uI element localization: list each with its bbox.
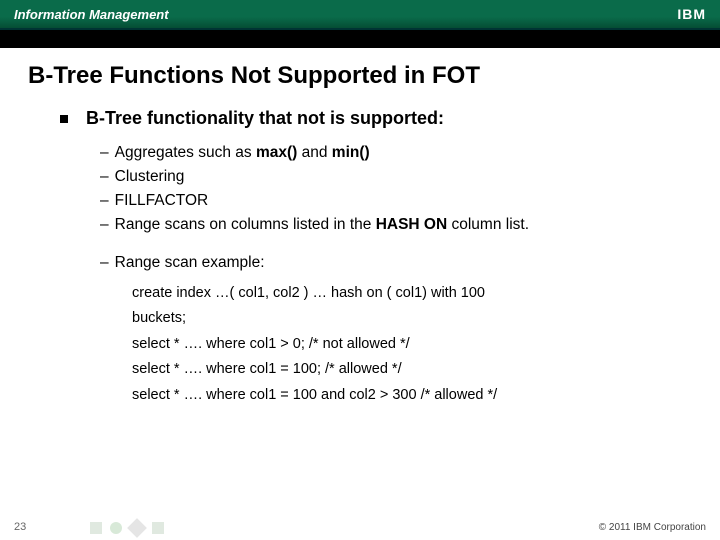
bullet-example-label: – Range scan example: [100, 251, 692, 275]
bold-max: max() [256, 144, 297, 161]
bullet-text: Clustering [115, 165, 185, 189]
text-fragment: Aggregates such as [115, 144, 256, 161]
footer: 23 © 2011 IBM Corporation [0, 514, 720, 540]
bullet-clustering: – Clustering [100, 165, 692, 189]
code-line: select * …. where col1 > 0; /* not allow… [132, 332, 692, 357]
code-example: create index …( col1, col2 ) … hash on (… [132, 281, 692, 408]
page-number: 23 [14, 521, 26, 533]
dash-icon: – [100, 189, 109, 213]
bullet-text: Range scan example: [115, 251, 265, 275]
slide-content: B-Tree Functions Not Supported in FOT B-… [0, 48, 720, 408]
code-line: select * …. where col1 = 100; /* allowed… [132, 357, 692, 382]
text-fragment: column list. [447, 216, 529, 233]
ibm-logo: IBM [677, 6, 706, 22]
bold-min: min() [332, 144, 370, 161]
dash-icon: – [100, 251, 109, 275]
slide-title: B-Tree Functions Not Supported in FOT [28, 62, 692, 90]
text-fragment: Range scans on columns listed in the [115, 216, 376, 233]
dash-icon: – [100, 141, 109, 165]
copyright: © 2011 IBM Corporation [599, 522, 706, 533]
brand-title: Information Management [14, 7, 169, 22]
code-line: buckets; [132, 306, 692, 331]
black-band [0, 30, 720, 48]
sub-bullets: – Aggregates such as max() and min() – C… [100, 141, 692, 275]
intro-text: B-Tree functionality that not is support… [86, 108, 444, 129]
intro-bullet: B-Tree functionality that not is support… [60, 108, 692, 129]
bold-hashon: HASH ON [376, 216, 447, 233]
square-bullet-icon [60, 115, 68, 123]
dash-icon: – [100, 165, 109, 189]
top-bar: Information Management IBM [0, 0, 720, 30]
bullet-aggregates: – Aggregates such as max() and min() [100, 141, 692, 165]
bullet-text: Aggregates such as max() and min() [115, 141, 370, 165]
text-fragment: and [297, 144, 331, 161]
code-line: select * …. where col1 = 100 and col2 > … [132, 383, 692, 408]
bullet-fillfactor: – FILLFACTOR [100, 189, 692, 213]
bullet-text: Range scans on columns listed in the HAS… [115, 213, 529, 237]
bullet-range-scans: – Range scans on columns listed in the H… [100, 213, 692, 237]
dash-icon: – [100, 213, 109, 237]
bullet-text: FILLFACTOR [115, 189, 209, 213]
code-line: create index …( col1, col2 ) … hash on (… [132, 281, 692, 306]
